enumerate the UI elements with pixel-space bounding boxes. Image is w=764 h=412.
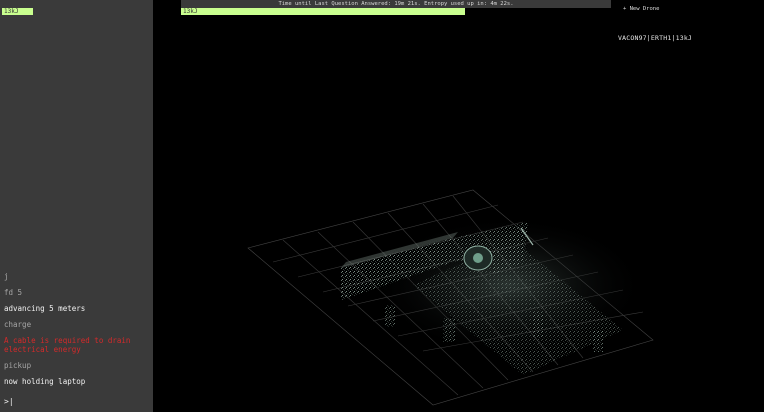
cursor-caret: | (8, 397, 14, 406)
scene-render (247, 189, 654, 406)
viewport[interactable]: Time until Last Question Answered: 19m 2… (153, 0, 764, 412)
energy-bar-mini: 13kJ (2, 8, 33, 15)
log-line: fd 5 (4, 288, 23, 297)
log-line: now holding laptop (4, 377, 86, 386)
log-line: charge (4, 320, 32, 329)
log-line: j (4, 272, 9, 281)
command-log: j fd 5 advancing 5 meters charge A cable… (4, 272, 152, 393)
log-line: pickup (4, 361, 32, 370)
log-error-line: A cable is required to drain electrical … (4, 336, 131, 354)
terminal-sidebar: 13kJ j fd 5 advancing 5 meters charge A … (0, 0, 153, 412)
command-input[interactable]: >| (4, 397, 14, 406)
log-line: advancing 5 meters (4, 304, 86, 313)
energy-label: 13kJ (4, 8, 19, 15)
